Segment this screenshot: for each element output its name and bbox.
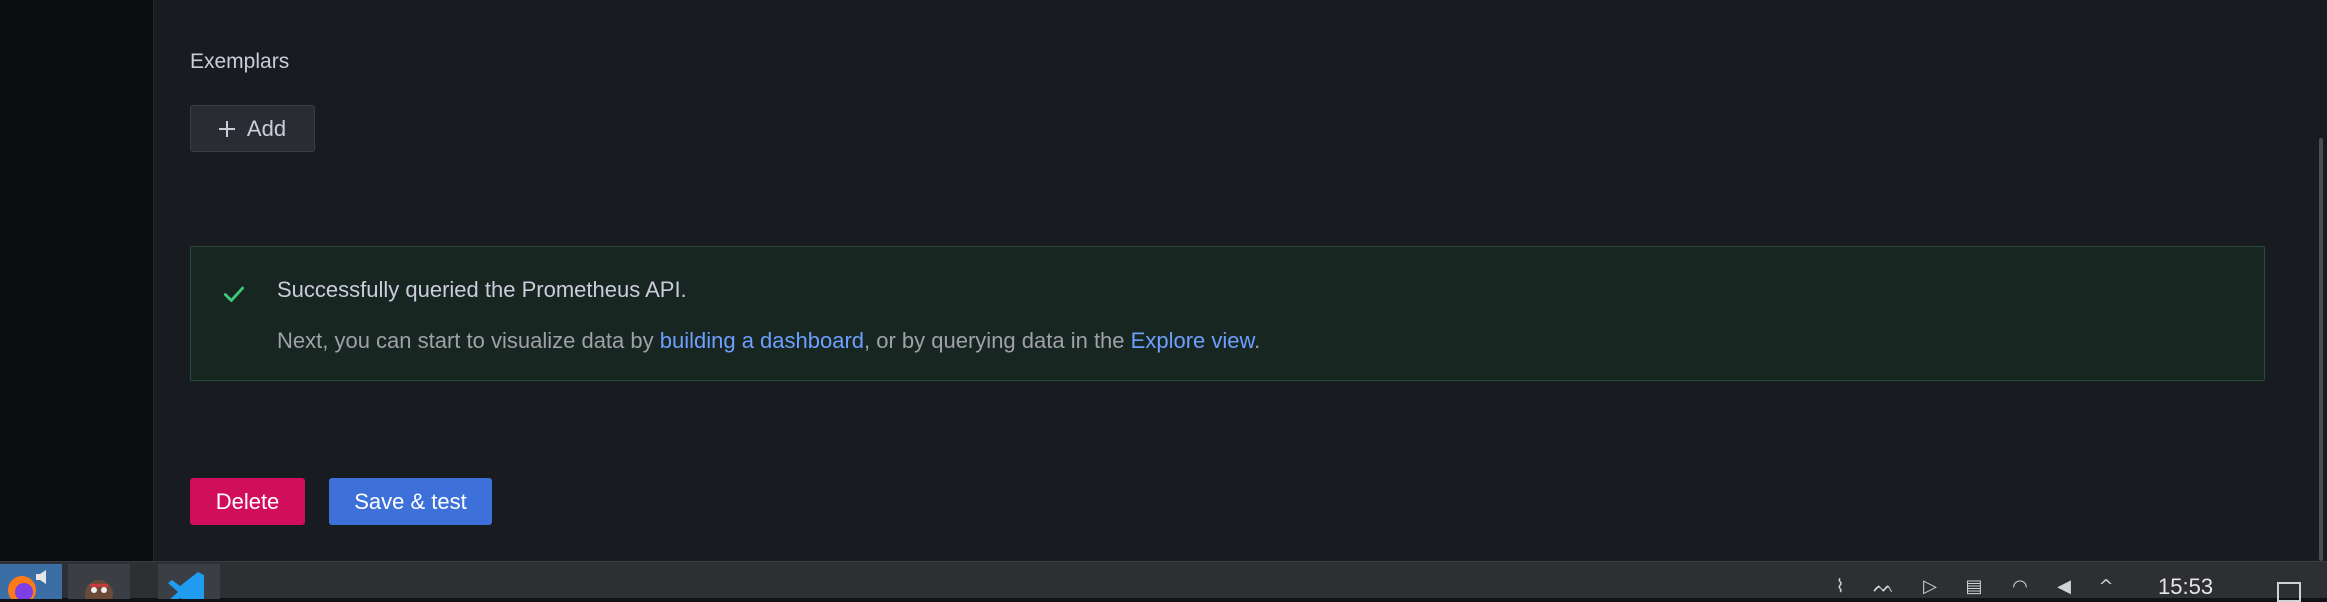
save-and-test-button[interactable]: Save & test — [329, 478, 492, 525]
alert-body: Next, you can start to visualize data by… — [277, 328, 1260, 354]
exemplars-label: Exemplars — [190, 50, 290, 73]
alert-title: Successfully queried the Prometheus API. — [277, 277, 687, 302]
nav-gutter — [0, 0, 154, 561]
network-activity-icon[interactable]: ⌇ — [1829, 576, 1851, 598]
building-dashboard-link[interactable]: building a dashboard — [660, 328, 864, 353]
clock[interactable]: 15:53 — [2158, 574, 2213, 600]
add-exemplar-button[interactable]: Add — [190, 105, 315, 152]
taskbar: ⌇ ᨓ ▷ ▤ ◠ ◀ ^ 15:53 — [0, 561, 2327, 602]
alert-body-middle: , or by querying data in the — [864, 328, 1131, 353]
add-button-label: Add — [246, 115, 287, 141]
alert-body-suffix: . — [1254, 328, 1261, 353]
show-desktop-icon[interactable] — [2277, 582, 2301, 602]
scrollbar-track — [2302, 0, 2327, 561]
volume-icon[interactable]: ◀ — [2053, 576, 2075, 598]
media-icon[interactable]: ▷ — [1919, 576, 1941, 598]
alert-body-prefix: Next, you can start to visualize data by — [277, 328, 660, 353]
check-icon — [223, 286, 245, 302]
success-alert: Successfully queried the Prometheus API.… — [190, 246, 2265, 381]
delete-button[interactable]: Delete — [190, 478, 305, 525]
plus-icon — [218, 120, 235, 137]
wifi-icon[interactable]: ◠ — [2009, 576, 2031, 598]
explore-view-link[interactable]: Explore view — [1131, 328, 1255, 353]
scrollbar-thumb[interactable] — [2319, 138, 2323, 561]
vscode-icon[interactable] — [158, 564, 220, 599]
flame-icon[interactable]: ᨓ — [1873, 576, 1895, 598]
firefox-icon[interactable] — [0, 564, 62, 599]
chevron-up-icon[interactable]: ^ — [2095, 576, 2117, 598]
app-icon[interactable] — [68, 564, 130, 599]
clipboard-icon[interactable]: ▤ — [1963, 576, 1985, 598]
